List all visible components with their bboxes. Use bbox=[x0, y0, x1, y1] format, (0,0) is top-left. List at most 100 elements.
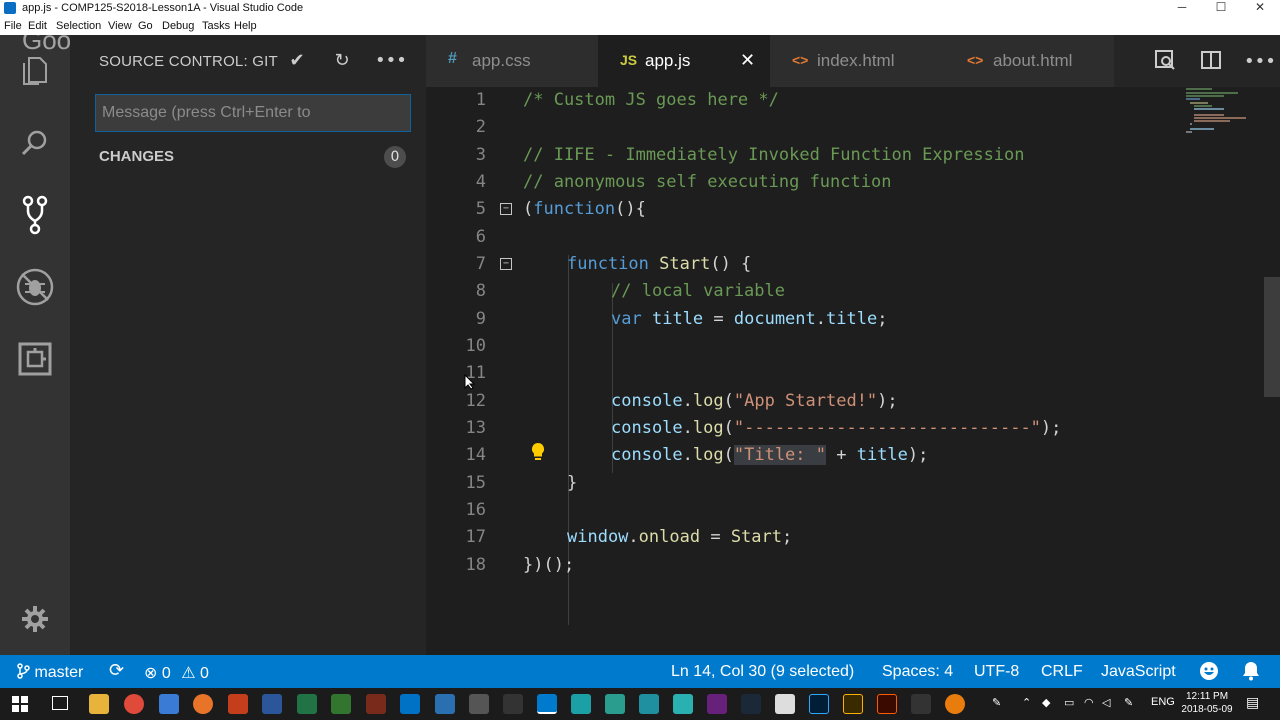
steam-icon[interactable] bbox=[741, 694, 761, 714]
split-editor-icon[interactable] bbox=[1198, 49, 1224, 75]
lightbulb-icon[interactable] bbox=[530, 442, 546, 467]
app-icon[interactable] bbox=[571, 694, 591, 714]
window-title: app.js - COMP125-S2018-Lesson1A - Visual… bbox=[22, 2, 304, 14]
epic-games-icon[interactable] bbox=[503, 694, 523, 714]
unity-icon[interactable] bbox=[469, 694, 489, 714]
line-number: 8 bbox=[475, 281, 486, 301]
gear-icon[interactable] bbox=[15, 599, 55, 639]
task-view-icon[interactable] bbox=[52, 696, 68, 710]
code-token: ); bbox=[1040, 418, 1062, 438]
close-tab-icon[interactable]: ✕ bbox=[740, 50, 755, 71]
code-editor[interactable]: 1 2 3 4 5 6 7 8 9 10 11 12 13 14 15 16 1… bbox=[426, 87, 1280, 655]
file-explorer-icon[interactable] bbox=[89, 694, 109, 714]
code-line: console.log("Title: " + title); bbox=[611, 445, 928, 465]
app-icon[interactable] bbox=[639, 694, 659, 714]
chrome-icon[interactable] bbox=[124, 694, 144, 714]
more-actions-icon[interactable]: ••• bbox=[375, 48, 407, 74]
app-icon[interactable] bbox=[435, 694, 455, 714]
system-clock[interactable]: 12:11 PM 2018-05-09 bbox=[1176, 690, 1238, 716]
changes-section-header[interactable]: CHANGES bbox=[99, 148, 174, 165]
eol-setting[interactable]: CRLF bbox=[1041, 663, 1083, 681]
tab-label: about.html bbox=[993, 51, 1073, 70]
open-changes-icon[interactable] bbox=[1152, 49, 1178, 75]
search-icon[interactable] bbox=[15, 123, 55, 163]
sync-icon[interactable]: ⟳ bbox=[109, 660, 124, 681]
debug-icon[interactable] bbox=[15, 267, 55, 307]
app-icon[interactable] bbox=[366, 694, 386, 714]
photoshop-icon[interactable] bbox=[809, 694, 829, 714]
maximize-button[interactable]: ☐ bbox=[1201, 0, 1241, 18]
cursor-position[interactable]: Ln 14, Col 30 (9 selected) bbox=[671, 663, 854, 681]
input-language[interactable]: ENG bbox=[1151, 696, 1175, 708]
tab-app-css[interactable]: # app.css bbox=[426, 35, 598, 87]
menu-view[interactable]: View bbox=[108, 20, 132, 32]
vertical-scrollbar[interactable] bbox=[1264, 277, 1280, 397]
powerpoint-icon[interactable] bbox=[228, 694, 248, 714]
app-icon[interactable] bbox=[605, 694, 625, 714]
word-icon[interactable] bbox=[262, 694, 282, 714]
tab-label: app.js bbox=[645, 51, 691, 70]
line-number: 17 bbox=[465, 527, 486, 547]
tray-icon[interactable]: ◆ bbox=[1042, 696, 1050, 709]
close-window-button[interactable]: ✕ bbox=[1240, 0, 1280, 18]
code-line: window.onload = Start; bbox=[567, 527, 792, 547]
branch-indicator[interactable]: master bbox=[16, 663, 83, 682]
tray-battery-icon[interactable]: ▭ bbox=[1064, 696, 1074, 709]
fold-toggle-icon[interactable]: − bbox=[500, 258, 512, 270]
tab-about-html[interactable]: <> about.html bbox=[942, 35, 1114, 87]
tray-pen-icon[interactable]: ✎ bbox=[1124, 696, 1133, 709]
tray-expand-icon[interactable]: ⌃ bbox=[1022, 696, 1031, 709]
fireworks-icon[interactable] bbox=[843, 694, 863, 714]
commit-message-input[interactable] bbox=[95, 94, 411, 132]
code-token: window bbox=[567, 527, 629, 547]
vscode-taskbar-icon[interactable] bbox=[537, 694, 557, 714]
encoding-setting[interactable]: UTF-8 bbox=[974, 663, 1019, 681]
feedback-smiley-icon[interactable] bbox=[1199, 661, 1219, 686]
code-token: function bbox=[567, 254, 649, 274]
menu-file[interactable]: File bbox=[4, 20, 22, 32]
blender-icon[interactable] bbox=[945, 694, 965, 714]
tray-wifi-icon[interactable]: ◠ bbox=[1084, 696, 1094, 709]
indentation-setting[interactable]: Spaces: 4 bbox=[882, 663, 953, 681]
app-icon[interactable] bbox=[673, 694, 693, 714]
tray-pen-icon[interactable]: ✎ bbox=[992, 696, 1001, 709]
menu-debug[interactable]: Debug bbox=[162, 20, 194, 32]
menu-tasks[interactable]: Tasks bbox=[202, 20, 230, 32]
tab-app-js[interactable]: JS app.js ✕ bbox=[598, 35, 770, 87]
code-token: ); bbox=[877, 391, 898, 411]
notifications-bell-icon[interactable] bbox=[1242, 661, 1260, 686]
flash-icon[interactable] bbox=[877, 694, 897, 714]
visual-studio-icon[interactable] bbox=[707, 694, 727, 714]
app-icon[interactable] bbox=[159, 694, 179, 714]
project-icon[interactable] bbox=[331, 694, 351, 714]
code-token: function bbox=[533, 199, 616, 219]
tab-index-html[interactable]: <> index.html bbox=[770, 35, 942, 87]
firefox-icon[interactable] bbox=[193, 694, 213, 714]
explorer-icon[interactable] bbox=[15, 50, 55, 90]
tray-volume-icon[interactable]: ◁ bbox=[1102, 696, 1110, 709]
language-mode[interactable]: JavaScript bbox=[1101, 663, 1176, 681]
source-control-icon[interactable] bbox=[15, 195, 55, 235]
notepad-icon[interactable] bbox=[775, 694, 795, 714]
code-line: // anonymous self executing function bbox=[523, 172, 892, 192]
code-token: title bbox=[651, 309, 704, 329]
outlook-icon[interactable] bbox=[400, 694, 420, 714]
code-token: (){ bbox=[615, 199, 646, 219]
activity-bar: Google bbox=[0, 25, 106, 655]
refresh-icon[interactable]: ↻ bbox=[329, 48, 355, 74]
menu-help[interactable]: Help bbox=[234, 20, 257, 32]
windows-start-icon[interactable] bbox=[12, 696, 28, 716]
commit-checkmark-icon[interactable]: ✔ bbox=[284, 48, 310, 74]
app-icon[interactable] bbox=[911, 694, 931, 714]
fold-toggle-icon[interactable]: − bbox=[500, 203, 512, 215]
excel-icon[interactable] bbox=[297, 694, 317, 714]
problems-indicator[interactable]: ⊗ 0 ⚠ 0 bbox=[144, 663, 209, 683]
menu-go[interactable]: Go bbox=[138, 20, 153, 32]
line-number: 11 bbox=[465, 363, 486, 383]
more-actions-icon[interactable]: ••• bbox=[1244, 49, 1276, 75]
minimize-button[interactable]: ─ bbox=[1162, 0, 1202, 18]
minimap[interactable] bbox=[1184, 87, 1264, 137]
extensions-icon[interactable] bbox=[15, 339, 55, 379]
action-center-icon[interactable]: ▤ bbox=[1246, 694, 1259, 711]
code-token: = bbox=[700, 527, 731, 547]
